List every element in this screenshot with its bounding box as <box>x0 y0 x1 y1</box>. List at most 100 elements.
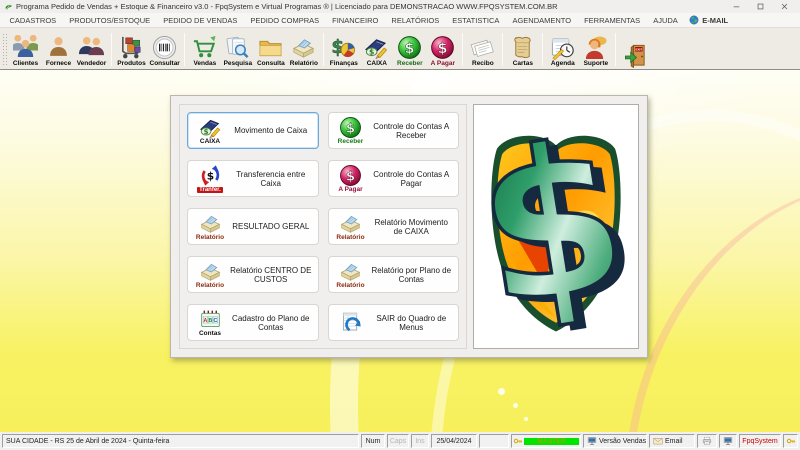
toolbar-separator <box>323 33 325 66</box>
button-resultado-geral[interactable]: Relatório RESULTADO GERAL <box>187 208 319 245</box>
menu-item-cadastros[interactable]: CADASTROS <box>3 16 63 25</box>
report-printer-icon <box>339 260 362 283</box>
toolbar-button-fornece[interactable]: Fornece <box>42 30 75 69</box>
report-printer-icon <box>291 35 316 60</box>
title-bar: Programa Pedido de Vendas + Estoque & Fi… <box>0 0 800 13</box>
monitor-icon <box>587 436 597 446</box>
status-insert: Ins <box>411 434 429 448</box>
printer-icon <box>702 436 712 446</box>
button-relatorio-plano-de-contas[interactable]: Relatório Relatório por Plano de Contas <box>327 256 459 293</box>
menu-item-financeiro[interactable]: FINANCEIRO <box>326 16 385 25</box>
toolbar-button-consulta[interactable]: Consulta <box>254 30 287 69</box>
toolbar-button-cartas[interactable]: Cartas <box>506 30 539 69</box>
abc-plan-icon <box>199 308 222 331</box>
toolbar-button-suporte[interactable]: Suporte <box>579 30 612 69</box>
toolbar-button-receber[interactable]: Receber <box>393 30 426 69</box>
button-contas-a-receber[interactable]: Receber Controle do Contas A Receber <box>327 112 459 149</box>
menu-item-produtos-estoque[interactable]: PRODUTOS/ESTOQUE <box>63 16 157 25</box>
dollar-shield-graphic: $ $ <box>481 111 631 343</box>
supplier-person-icon <box>50 37 67 57</box>
status-location-date: SUA CIDADE - RS 25 de Abril de 2024 - Qu… <box>2 434 359 448</box>
menu-item-agendamento[interactable]: AGENDAMENTO <box>506 16 578 25</box>
sales-cart-icon <box>192 35 217 60</box>
key-icon <box>786 436 796 446</box>
salesperson-pair-icon <box>79 37 104 56</box>
menu-bar: CADASTROS PRODUTOS/ESTOQUE PEDIDO DE VEN… <box>0 13 800 28</box>
status-bar: SUA CIDADE - RS 25 de Abril de 2024 - Qu… <box>0 432 800 450</box>
menu-panel: CAIXA Movimento de Caixa Receber Control… <box>170 95 648 358</box>
toolbar-separator <box>542 33 544 66</box>
menu-item-estatistica[interactable]: ESTATISTICA <box>446 16 506 25</box>
exit-spreadsheet-icon <box>339 311 362 334</box>
report-printer-icon <box>339 212 362 235</box>
toolbar-button-financas[interactable]: Finanças <box>327 30 360 69</box>
button-movimento-de-caixa[interactable]: CAIXA Movimento de Caixa <box>187 112 319 149</box>
status-version: Versão Vendas 3.0 <box>583 434 647 448</box>
toolbar-separator <box>462 33 464 66</box>
menu-item-pedido-compras[interactable]: PEDIDO COMPRAS <box>244 16 326 25</box>
cashbook-icon <box>199 116 222 139</box>
toolbar-separator <box>184 33 186 66</box>
receivable-sphere-icon <box>397 35 422 60</box>
toolbar-button-clientes[interactable]: Clientes <box>9 30 42 69</box>
computer-icon <box>723 436 733 446</box>
button-contas-a-pagar[interactable]: A Pagar Controle do Contas A Pagar <box>327 160 459 197</box>
toolbar-button-caixa[interactable]: CAIXA <box>360 30 393 69</box>
toolbar-button-vendas[interactable]: Vendas <box>188 30 221 69</box>
minimize-button[interactable] <box>724 1 748 13</box>
maximize-button[interactable] <box>748 1 772 13</box>
toolbar-separator <box>502 33 504 66</box>
menu-item-ferramentas[interactable]: FERRAMENTAS <box>578 16 647 25</box>
toolbar-button-recibo[interactable]: Recibo <box>466 30 499 69</box>
button-transferencia-entre-caixa[interactable]: Tranfer. Transferencia entre Caixa <box>187 160 319 197</box>
button-relatorio-centro-de-custos[interactable]: Relatório Relatório CENTRO DE CUSTOS <box>187 256 319 293</box>
app-window: Programa Pedido de Vendas + Estoque & Fi… <box>0 0 800 450</box>
envelope-icon <box>653 436 663 446</box>
toolbar-button-pesquisa[interactable]: Pesquisa <box>221 30 254 69</box>
search-documents-icon <box>225 35 250 60</box>
menu-panel-buttons: CAIXA Movimento de Caixa Receber Control… <box>179 104 467 349</box>
toolbar-button-vendedor[interactable]: Vendedor <box>75 30 108 69</box>
status-num-lock: Num <box>361 434 385 448</box>
status-key <box>783 434 798 448</box>
close-button[interactable] <box>772 1 796 13</box>
button-cadastro-plano-de-contas[interactable]: Contas Cadastro do Plano de Contas <box>187 304 319 341</box>
globe-icon <box>689 15 699 25</box>
background-dot <box>524 417 528 421</box>
button-sair-quadro-menus[interactable]: SAIR do Quadro de Menus <box>327 304 459 341</box>
toolbar-button-exit[interactable] <box>619 30 652 69</box>
report-printer-icon <box>199 212 222 235</box>
toolbar-button-a-pagar[interactable]: A Pagar <box>426 30 459 69</box>
status-date: 25/04/2024 <box>431 434 477 448</box>
exit-door-icon <box>623 43 648 68</box>
background-dot <box>498 388 505 395</box>
status-access-level: MASTER <box>511 434 581 448</box>
menu-item-email[interactable]: E-MAIL <box>684 15 733 25</box>
status-network[interactable] <box>719 434 737 448</box>
toolbar-button-relatorio[interactable]: Relatório <box>287 30 320 69</box>
status-printer[interactable] <box>697 434 717 448</box>
menu-item-ajuda[interactable]: AJUDA <box>647 16 685 25</box>
toolbar-grip[interactable] <box>2 33 7 66</box>
toolbar-separator <box>615 33 617 66</box>
button-relatorio-movimento-caixa[interactable]: Relatório Relatório Movimento de CAIXA <box>327 208 459 245</box>
transfer-arrows-icon <box>199 164 222 187</box>
report-printer-icon <box>199 260 222 283</box>
toolbar-button-produtos[interactable]: Produtos <box>115 30 148 69</box>
agenda-calendar-icon <box>550 35 575 60</box>
status-caps-lock: Caps <box>387 434 409 448</box>
payable-sphere-icon <box>430 35 455 60</box>
menu-item-relatorios[interactable]: RELATÓRIOS <box>385 16 446 25</box>
payable-sphere-icon <box>339 164 362 187</box>
main-area: CAIXA Movimento de Caixa Receber Control… <box>0 70 800 432</box>
toolbar: Clientes Fornece Vendedor Produtos Consu… <box>0 28 800 70</box>
cashbook-icon <box>364 35 389 60</box>
menu-item-pedido-de-vendas[interactable]: PEDIDO DE VENDAS <box>157 16 244 25</box>
toolbar-button-consultar[interactable]: Consultar <box>148 30 181 69</box>
status-brand: FpqSystem <box>739 434 781 448</box>
toolbar-button-agenda[interactable]: Agenda <box>546 30 579 69</box>
window-title: Programa Pedido de Vendas + Estoque & Fi… <box>16 2 558 11</box>
key-icon <box>513 436 523 446</box>
status-email[interactable]: Email <box>649 434 695 448</box>
clients-group-icon <box>13 35 38 58</box>
